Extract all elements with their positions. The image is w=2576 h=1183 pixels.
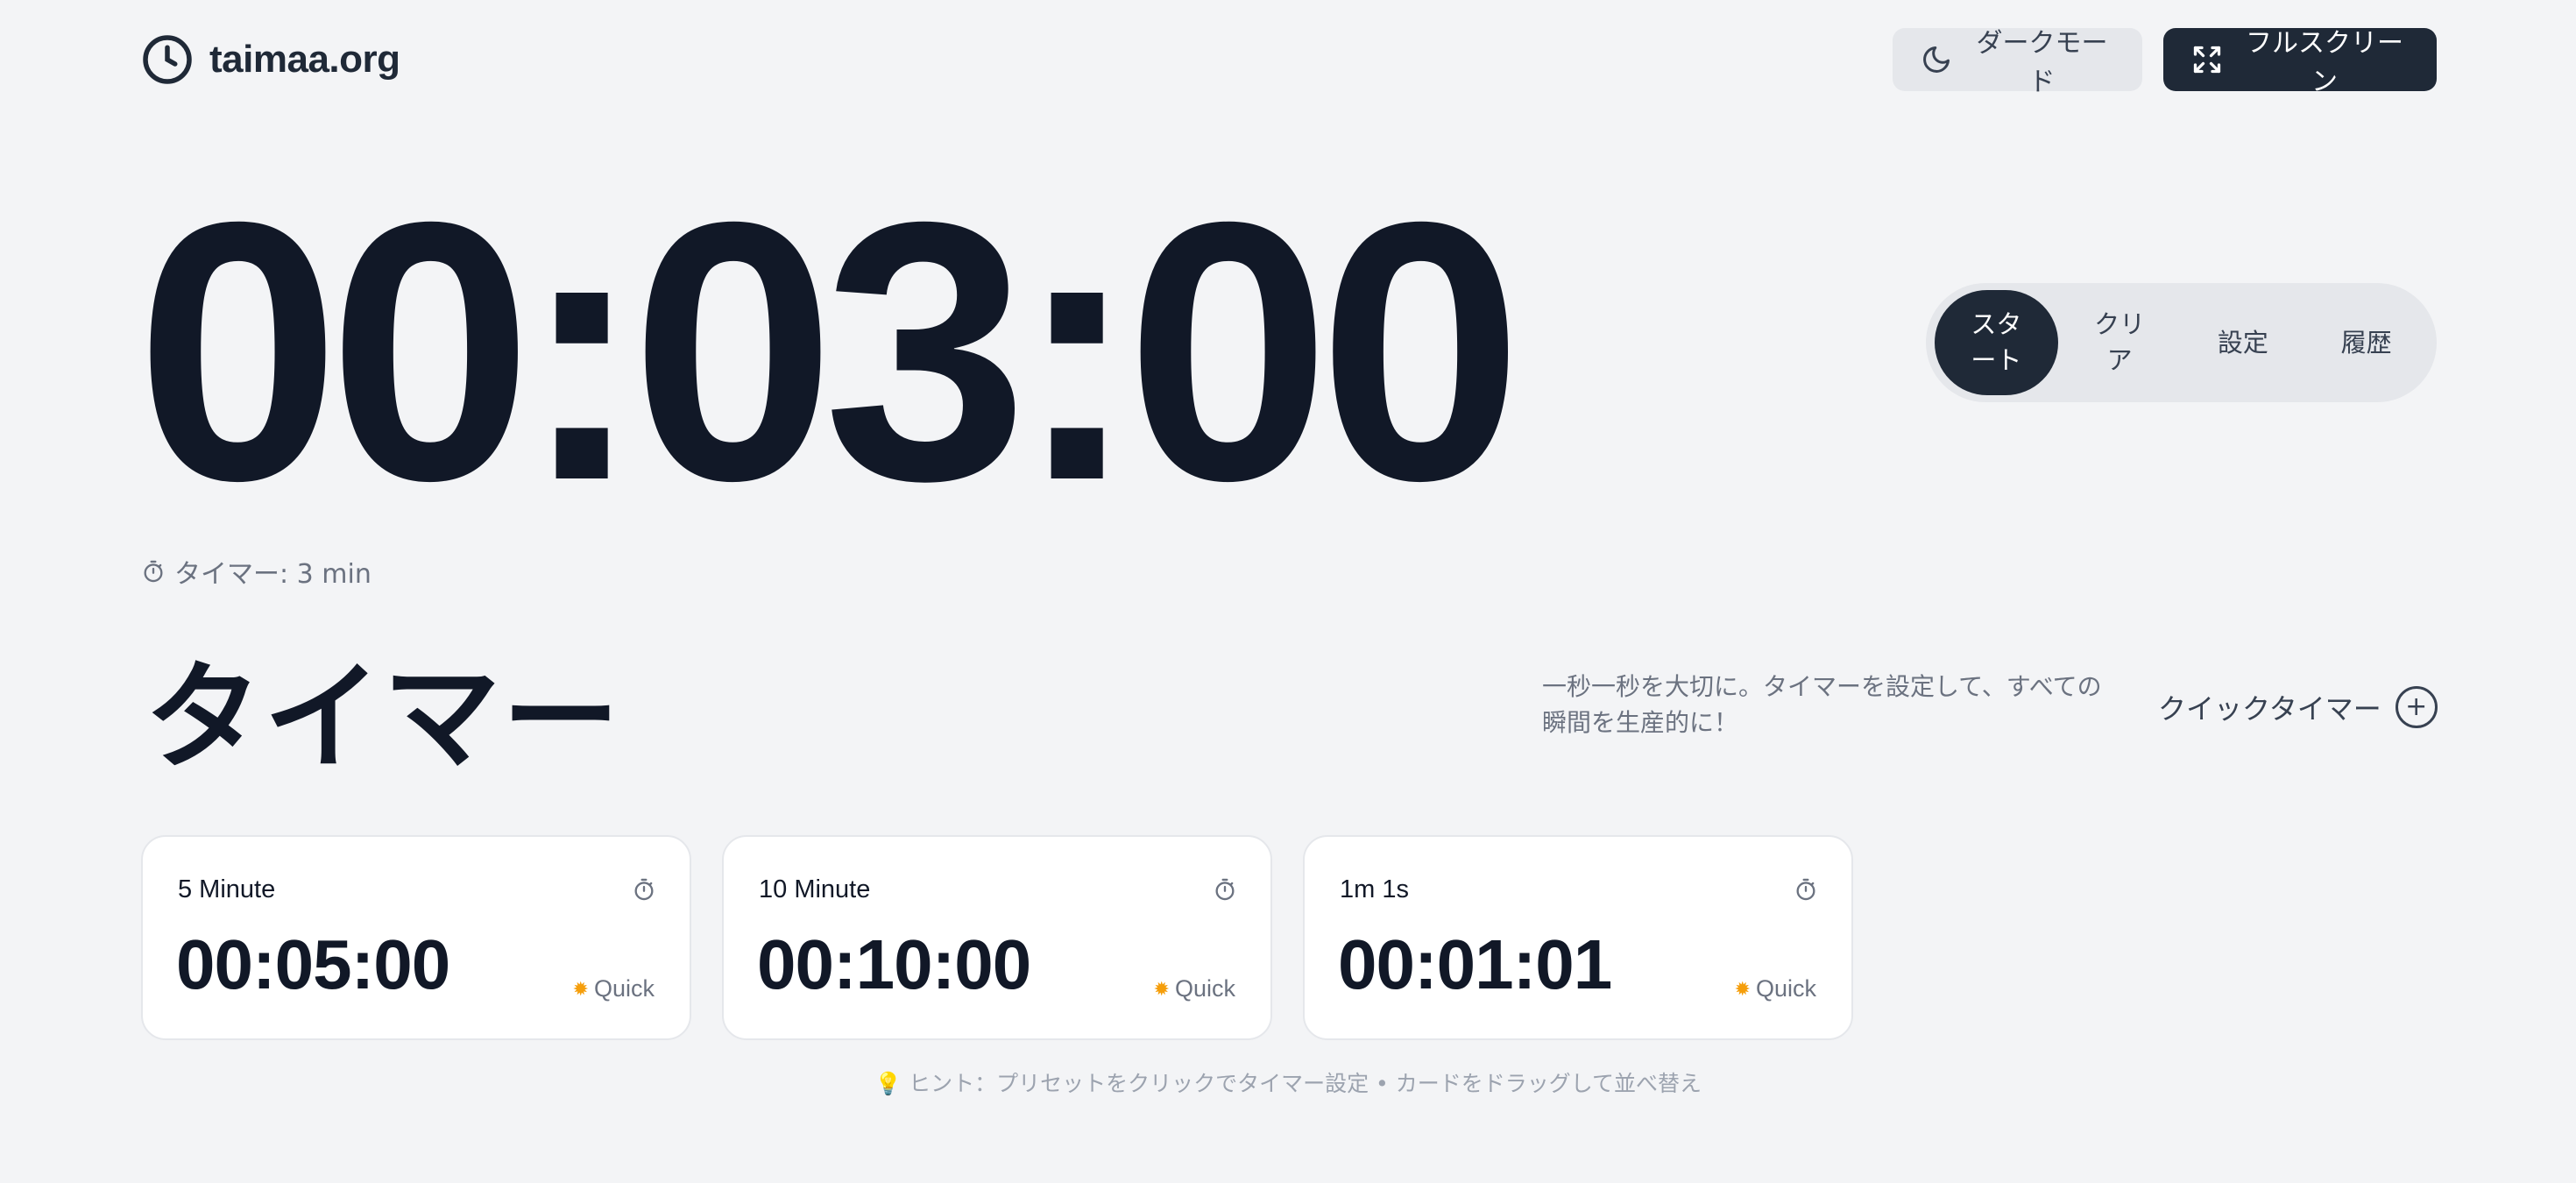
plus-icon: + [2395,686,2438,728]
stopwatch-icon [144,560,163,583]
preset-badge-label: Quick [1755,975,1816,1002]
preset-name: 1m 1s [1340,875,1409,903]
fullscreen-button[interactable]: フルスクリーン [2163,28,2437,97]
quick-timer-label: クイックタイマー [2158,692,2381,726]
preset-card[interactable]: 1m 1s 00:01:01 ✹ Quick [1303,835,1853,1040]
preset-card[interactable]: 10 Minute 00:10:00 ✹ Quick [722,835,1272,1040]
timer-display: 00:03:00 [136,146,1523,557]
quick-timer-button[interactable]: クイックタイマー + [2158,684,2438,731]
dark-mode-label: ダークモード [1976,28,2108,97]
history-label: 履歴 [2340,327,2392,358]
brand-logo[interactable]: taimaa.org [141,32,400,88]
hint-label: ヒント：プリセットをクリックでタイマー設定 • カードをドラッグして並べ替え [909,1071,1702,1096]
clear-label: クリア [2094,309,2146,375]
fullscreen-label: フルスクリーン [2246,28,2403,97]
settings-button[interactable]: 設定 [2182,290,2305,395]
moon-icon [1923,46,1950,73]
section-title: タイマー [145,649,622,786]
preset-badge-label: Quick [1174,975,1235,1002]
hint-text: 💡 ヒント：プリセットをクリックでタイマー設定 • カードをドラッグして並べ替え [0,1066,2576,1098]
section-description: 一秒一秒を大切に。タイマーを設定して、すべての瞬間を生産的に！ [1542,672,2102,737]
timer-info-text: タイマー: 3 min [174,559,372,590]
stopwatch-icon [1796,878,1815,901]
lightbulb-icon: 💡 [874,1071,902,1096]
timer-page: taimaa.org ダークモード フルスクリーン 00:03:00 スタート … [0,0,2576,1183]
timer-controls: スタート クリア 設定 履歴 [1926,283,2437,402]
dark-mode-button[interactable]: ダークモード [1893,28,2142,97]
stopwatch-icon [1215,878,1235,901]
preset-name: 5 Minute [178,875,276,903]
start-button[interactable]: スタート [1935,290,2058,395]
sun-icon: ✹ [1153,977,1170,1000]
history-button[interactable]: 履歴 [2304,290,2428,395]
preset-time: 00:05:00 [176,925,450,1003]
preset-time: 00:10:00 [757,925,1031,1003]
brand-name: taimaa.org [209,38,400,81]
clear-button[interactable]: クリア [2058,290,2182,395]
stopwatch-icon [634,878,654,901]
settings-label: 設定 [2217,327,2268,358]
expand-icon [2193,46,2221,74]
sun-icon: ✹ [572,977,589,1000]
start-label: スタート [1971,309,2022,375]
preset-card[interactable]: 5 Minute 00:05:00 ✹ Quick [141,835,691,1040]
preset-time: 00:01:01 [1338,925,1612,1003]
clock-icon [143,35,192,84]
timer-info: タイマー: 3 min [141,554,372,590]
preset-badge-label: Quick [593,975,655,1002]
preset-name: 10 Minute [759,875,871,903]
sun-icon: ✹ [1734,977,1751,1000]
preset-badge: ✹ Quick [573,975,655,1002]
preset-badge: ✹ Quick [1154,975,1235,1002]
preset-badge: ✹ Quick [1735,975,1816,1002]
